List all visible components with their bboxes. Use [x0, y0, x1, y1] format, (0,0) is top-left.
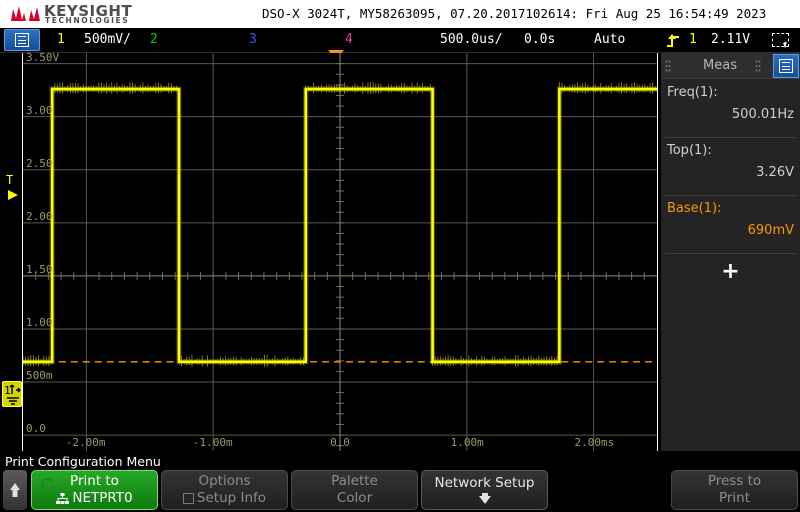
channel-1-indicator[interactable]: 1	[57, 32, 65, 47]
measurements-menu-button[interactable]	[773, 54, 799, 78]
softkey-line2: NETPRT0	[72, 490, 132, 507]
list-menu-icon	[779, 59, 793, 73]
x-axis-tick-label: 2.00ms	[575, 436, 615, 449]
channel-1-scale[interactable]: 500mV/	[84, 32, 131, 47]
softkey-line1: Network Setup	[435, 475, 535, 492]
menu-up-button[interactable]	[3, 470, 27, 510]
toolbar: 1 500mV/ 2 3 4 500.0us/ 0.0s Auto 1 2.11…	[0, 28, 800, 53]
y-axis-tick-label: 3.50V	[26, 51, 59, 64]
softkey-line2-wrap: Setup Info	[183, 490, 266, 507]
softkey-line2-wrap: NETPRT0	[56, 490, 132, 507]
divider	[665, 137, 796, 138]
network-icon	[56, 493, 69, 504]
x-axis-tick-label: -1.00m	[193, 436, 233, 449]
timebase-value[interactable]: 500.0us/	[440, 32, 503, 47]
print-to-button[interactable]: Print to NETPRT0	[31, 470, 158, 510]
options-button[interactable]: Options Setup Info	[161, 470, 288, 510]
title-bar: KEYSIGHT TECHNOLOGIES DSO-X 3024T, MY582…	[0, 0, 800, 28]
refresh-icon	[39, 476, 56, 493]
trigger-mode[interactable]: Auto	[594, 32, 625, 47]
x-axis-tick-label: 0.0	[330, 436, 350, 449]
network-setup-button[interactable]: Network Setup	[421, 470, 548, 510]
delay-value[interactable]: 0.0s	[524, 32, 555, 47]
measurement-label: Top(1):	[667, 143, 712, 158]
softkey-line1: Palette	[331, 473, 378, 490]
hamburger-menu-icon	[15, 33, 29, 47]
softkey-line2: Color	[337, 490, 372, 507]
trigger-edge-icon[interactable]	[666, 33, 680, 49]
up-arrow-icon	[8, 480, 22, 500]
measurement-row[interactable]: Top(1): 3.26V	[661, 139, 800, 193]
measurement-row[interactable]: Freq(1): 500.01Hz	[661, 81, 800, 135]
measurement-value: 500.01Hz	[732, 107, 794, 122]
waveform-canvas	[23, 53, 657, 451]
softkey-line1: Press to	[708, 473, 761, 490]
checkbox-icon[interactable]	[183, 493, 194, 504]
divider	[665, 195, 796, 196]
trigger-source[interactable]: 1	[689, 32, 697, 47]
measurement-label: Base(1):	[667, 201, 721, 216]
y-axis-tick-label: 2.00	[26, 210, 53, 223]
down-arrow-icon	[474, 492, 496, 505]
measurements-header: Meas	[661, 53, 800, 79]
measurement-label: Freq(1):	[667, 85, 718, 100]
keysight-logo: KEYSIGHT TECHNOLOGIES	[8, 2, 138, 26]
brand-subtitle: TECHNOLOGIES	[45, 16, 129, 25]
y-axis-tick-label: 3.00	[26, 104, 53, 117]
measurements-title: Meas	[661, 58, 779, 73]
measurements-panel: Meas Freq(1): 500.01Hz Top(1): 3.26V Bas…	[661, 53, 800, 451]
softkey-line2: Print	[719, 490, 750, 507]
softkey-line1: Print to	[70, 473, 119, 490]
bottom-menu-title: Print Configuration Menu	[5, 454, 161, 469]
keysight-wave-icon	[8, 4, 40, 24]
measurement-row[interactable]: Base(1): 690mV	[661, 197, 800, 251]
divider	[665, 253, 796, 254]
channel-3-indicator[interactable]: 3	[249, 32, 257, 47]
palette-button[interactable]: Palette Color	[291, 470, 418, 510]
channel-2-indicator[interactable]: 2	[150, 32, 158, 47]
softkey-line2: Setup Info	[197, 490, 266, 507]
add-measurement-button[interactable]: +	[661, 261, 800, 283]
oscilloscope-screen: KEYSIGHT TECHNOLOGIES DSO-X 3024T, MY582…	[0, 0, 800, 512]
y-axis-tick-label: 1.50	[26, 263, 53, 276]
instrument-info: DSO-X 3024T, MY58263095, 07.20.201710261…	[262, 6, 766, 21]
waveform-display[interactable]	[22, 53, 658, 451]
y-axis-tick-label: 0.0	[26, 422, 46, 435]
y-axis-tick-label: 2.50	[26, 157, 53, 170]
x-axis-tick-label: 1.00m	[451, 436, 484, 449]
press-to-print-button[interactable]: Press to Print	[671, 470, 798, 510]
ground-symbol-icon: 1	[3, 382, 23, 408]
measurement-value: 690mV	[748, 223, 794, 238]
trigger-level-value[interactable]: 2.11V	[711, 32, 750, 47]
trigger-level-marker[interactable]: T	[2, 172, 22, 206]
drag-handle-right-icon[interactable]	[755, 60, 761, 72]
svg-text:1: 1	[4, 384, 11, 397]
y-axis-tick-label: 500m	[26, 369, 53, 382]
x-axis-tick-label: -2.00m	[66, 436, 106, 449]
main-menu-button[interactable]	[4, 29, 40, 51]
measurement-value: 3.26V	[756, 165, 794, 180]
y-axis-tick-label: 1.00	[26, 316, 53, 329]
channel-1-ground-marker[interactable]: 1	[2, 381, 22, 407]
channel-4-indicator[interactable]: 4	[345, 32, 353, 47]
softkey-line1: Options	[198, 473, 250, 490]
trigger-marker-label: T	[6, 173, 13, 187]
